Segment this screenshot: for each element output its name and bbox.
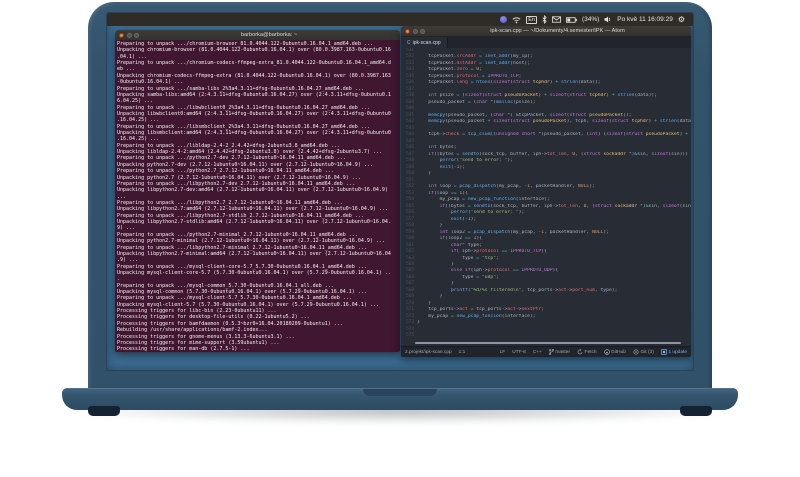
status-git-changes[interactable]: Git (3) <box>633 349 654 355</box>
close-button[interactable] <box>405 28 410 34</box>
status-github[interactable]: GitHub <box>603 349 626 355</box>
terminal-line: Unpacking chromium-browser (81.0.4044.12… <box>117 47 391 54</box>
github-label: GitHub <box>611 349 626 355</box>
line-number: 575 <box>406 333 414 339</box>
terminal-window-controls <box>119 32 139 38</box>
keyboard-layout-indicator[interactable]: En <box>526 15 537 24</box>
terminal-line: Preparing to unpack .../libpython2.7-min… <box>117 244 367 251</box>
maximize-button[interactable] <box>420 28 425 34</box>
panel-clock[interactable]: Po kvě 11 16:09:29 <box>617 16 673 23</box>
fetch-label: Fetch <box>584 349 597 355</box>
git-icon <box>633 349 639 355</box>
wifi-icon[interactable] <box>512 16 521 24</box>
top-panel: En (34%) Po kvě 11 16:09:29 ⚙ <box>107 13 693 26</box>
terminal-title: barborka@barborka: ~ <box>240 32 298 38</box>
terminal-line: Unpacking python2.7-minimal (2.7.12-1ubu… <box>117 238 385 245</box>
terminal-line: Unpacking samba-libs:amd64 (2:4.3.11+dfs… <box>117 91 391 98</box>
atom-window: ipk-scan.cpp — ~/Dokumenty/4.semester/IP… <box>401 26 691 357</box>
status-update[interactable]: 1 update <box>661 349 687 355</box>
tab-ipk-scan[interactable]: C ipk-scan.cpp <box>401 37 448 48</box>
terminal-line: Unpacking libpython2.7:amd64 (2.7.12-1ub… <box>117 206 388 213</box>
minimize-button[interactable] <box>412 28 418 34</box>
terminal-line: Processing triggers for man-db (2.7.5-1)… <box>117 346 250 352</box>
battery-icon[interactable] <box>565 16 577 23</box>
terminal-line: Preparing to unpack .../libwbclient0_2%3… <box>117 104 370 111</box>
session-gear-icon[interactable]: ⚙ <box>678 15 685 24</box>
close-button[interactable] <box>119 32 124 38</box>
terminal-line: Unpacking libpython2.7-stdlib:amd64 (2.7… <box>117 219 391 226</box>
status-fetch[interactable]: Fetch <box>577 349 597 355</box>
desktop: En (34%) Po kvě 11 16:09:29 ⚙ barborka@b… <box>107 13 693 370</box>
status-line-ending[interactable]: LF <box>500 350 506 355</box>
update-label: 1 update <box>668 349 687 355</box>
terminal-line: Preparing to unpack .../samba-libs_2%3a4… <box>117 85 364 92</box>
atom-window-controls <box>405 28 425 34</box>
terminal-window: barborka@barborka: ~ Preparing to unpack… <box>115 30 400 352</box>
status-git-branch[interactable]: master <box>548 349 571 355</box>
laptop-foot-right <box>680 406 712 416</box>
terminal-line: Unpacking libpython2.7-minimal:amd64 (2.… <box>117 250 391 257</box>
mail-icon[interactable] <box>551 16 561 23</box>
cpp-file-icon: C <box>407 39 411 46</box>
github-icon <box>603 349 610 355</box>
status-file-path[interactable]: 2.projekt/ipk-scan.cpp <box>405 350 452 355</box>
terminal-line: Preparing to unpack .../mysql-client-cor… <box>117 263 367 270</box>
terminal-line: Unpacking mysql-client-core-5.7 (5.7.30-… <box>117 269 391 276</box>
minimize-button[interactable] <box>126 32 132 38</box>
laptop-mockup: En (34%) Po kvě 11 16:09:29 ⚙ barborka@b… <box>0 0 800 477</box>
status-bar: 2.projekt/ipk-scan.cpp 1:1 LF UTF-8 C++ <box>401 346 691 357</box>
terminal-titlebar[interactable]: barborka@barborka: ~ <box>115 30 400 40</box>
atom-titlebar[interactable]: ipk-scan.cpp — ~/Dokumenty/4.semester/IP… <box>401 26 691 36</box>
git-changes-label: Git (3) <box>640 349 654 355</box>
volume-icon[interactable] <box>604 16 612 23</box>
horizontal-scroll-area <box>401 340 691 346</box>
battery-percentage[interactable]: (34%) <box>582 16 599 23</box>
update-icon <box>661 349 667 355</box>
status-encoding[interactable]: UTF-8 <box>512 350 526 355</box>
git-branch-icon <box>548 349 554 355</box>
branch-name: master <box>555 349 571 355</box>
sync-icon <box>577 349 583 355</box>
terminal-output[interactable]: Preparing to unpack .../chromium-browser… <box>115 40 400 352</box>
maximize-button[interactable] <box>134 32 139 38</box>
status-cursor-position[interactable]: 1:1 <box>459 350 466 355</box>
tab-bar: C ipk-scan.cpp <box>401 36 691 48</box>
app-indicator-icon[interactable] <box>500 16 508 23</box>
laptop-base <box>62 388 738 410</box>
code-line: 575 <box>401 333 691 339</box>
terminal-line: Unpacking libpython2.7-dev:amd64 (2.7.12… <box>117 187 388 194</box>
terminal-line: Unpacking python2.7 (2.7.12-1ubuntu0~16.… <box>117 174 361 181</box>
laptop-base-notch <box>363 389 437 396</box>
atom-title: ipk-scan.cpp — ~/Dokumenty/4.semester/IP… <box>490 28 625 34</box>
bluetooth-icon[interactable] <box>542 15 547 24</box>
code-editor[interactable]: 531 532 tcpPacket.srcAddr = inet_addr(my… <box>401 48 691 340</box>
laptop-foot-left <box>88 406 120 416</box>
tab-label: ipk-scan.cpp <box>412 39 441 46</box>
laptop-lid: En (34%) Po kvě 11 16:09:29 ⚙ barborka@b… <box>88 2 712 390</box>
status-grammar[interactable]: C++ <box>533 350 542 355</box>
terminal-line: Preparing to unpack .../chromium-codecs-… <box>117 60 391 67</box>
horizontal-scrollbar[interactable] <box>415 342 681 344</box>
